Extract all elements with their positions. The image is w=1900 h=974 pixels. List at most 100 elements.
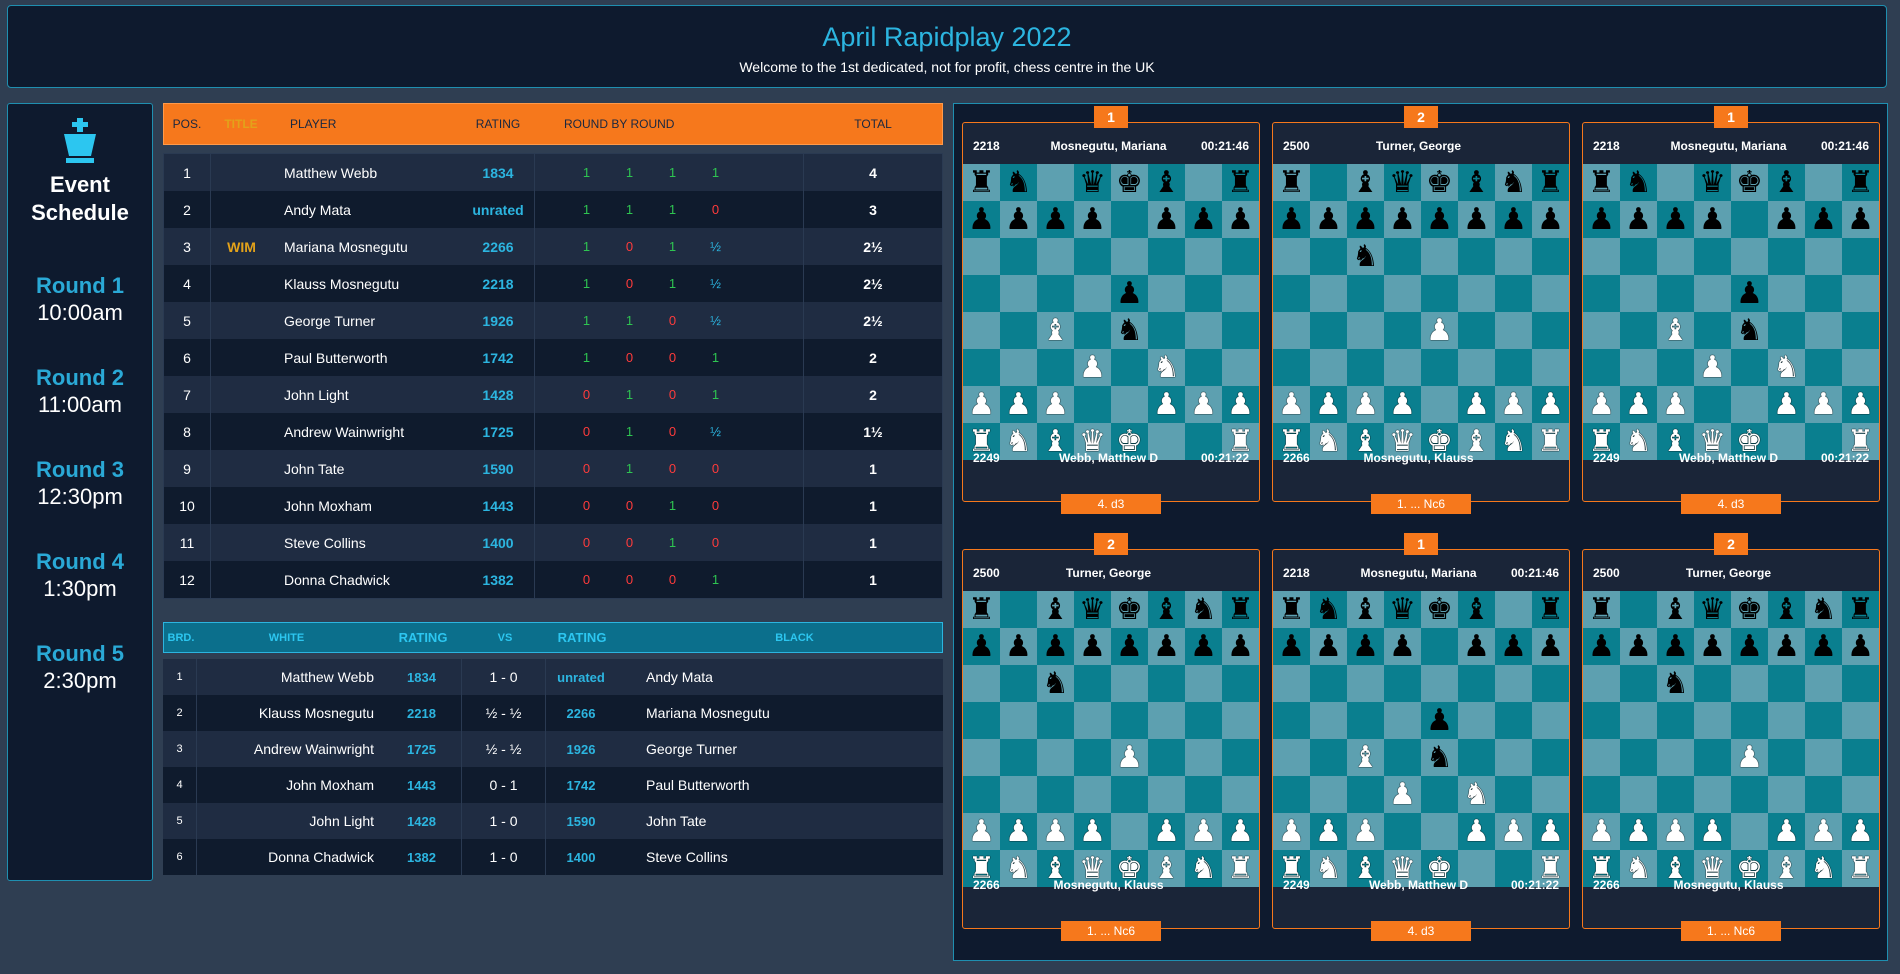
black-player-bar: 2218 Mosnegutu, Mariana 00:21:46 xyxy=(1583,131,1879,161)
round-by-round: 1 0 0 1 xyxy=(534,339,804,376)
board-square xyxy=(1842,665,1879,702)
live-board[interactable]: 2 2500 Turner, George ♜ ♝ ♛ ♚ ♝ ♞ ♜ ♟ ♟ ♟ ♟ ♟ ♟ ♟ ♟ ♞ ♟ ♟… xyxy=(1582,533,1880,941)
live-board[interactable]: 1 2218 Mosnegutu, Mariana 00:21:46 ♜ ♞ ♛ ♚ ♝… xyxy=(962,106,1260,514)
board-square: ♟ xyxy=(1222,386,1259,423)
board-square xyxy=(1583,702,1620,739)
board-square: ♟ xyxy=(1421,702,1458,739)
player-name: Turner, George xyxy=(1375,139,1462,153)
player-rating: 2249 xyxy=(973,451,1000,465)
black-player: Steve Collins xyxy=(646,849,728,865)
board-square xyxy=(1222,739,1259,776)
black-pawn-icon: ♟ xyxy=(1662,202,1689,236)
white-knight-icon: ♞ xyxy=(1773,350,1800,384)
board-square xyxy=(1185,164,1222,201)
position: 1 xyxy=(183,164,191,181)
round-result: 1 xyxy=(625,165,634,180)
white-pawn-icon: ♟ xyxy=(1773,387,1800,421)
black-rook-icon: ♜ xyxy=(1588,592,1615,626)
round-result: 1 xyxy=(668,535,677,550)
player-rating: 1742 xyxy=(482,349,514,366)
board-square xyxy=(1731,386,1768,423)
board-square xyxy=(1842,702,1879,739)
black-pawn-icon: ♟ xyxy=(1227,629,1254,663)
board-square xyxy=(1495,591,1532,628)
board-square xyxy=(1421,275,1458,312)
standings-body: 1 Matthew Webb 1834 1111 42 Andy Mata un… xyxy=(163,153,943,599)
board-square xyxy=(1768,312,1805,349)
round-result: 0 xyxy=(582,387,591,402)
schedule-round: Round 4 1:30pm xyxy=(8,549,152,603)
round-by-round: 0 1 0 ½ xyxy=(534,413,804,450)
board-square: ♟ xyxy=(1273,628,1310,665)
board-square: ♝ xyxy=(1347,164,1384,201)
board-square: ♝ xyxy=(1657,312,1694,349)
board-square xyxy=(1148,275,1185,312)
board-square xyxy=(1185,665,1222,702)
live-board[interactable]: 1 2218 Mosnegutu, Mariana 00:21:46 ♜ ♞ ♝ ♛ ♚… xyxy=(1272,533,1570,941)
board-square xyxy=(1458,238,1495,275)
player-clock: 00:21:46 xyxy=(1200,139,1249,153)
player-name: Mosnegutu, Mariana xyxy=(1360,566,1477,580)
board-square xyxy=(1185,349,1222,386)
white-player-bar: 2249 Webb, Matthew D 00:21:22 xyxy=(963,443,1259,473)
board-square xyxy=(1273,312,1310,349)
board-square xyxy=(1148,665,1185,702)
board-square: ♟ xyxy=(963,201,1000,238)
white-pawn-icon: ♟ xyxy=(1736,740,1763,774)
live-board[interactable]: 1 2218 Mosnegutu, Mariana 00:21:46 ♜ ♞ ♛ ♚ ♝… xyxy=(1582,106,1880,514)
pairing-row: 6 Donna Chadwick 1382 1 - 0 1400 Steve C… xyxy=(163,839,943,875)
white-pawn-icon: ♟ xyxy=(1315,387,1342,421)
position: 5 xyxy=(183,312,191,329)
board-number-badge: 2 xyxy=(1404,106,1438,128)
board-square: ♟ xyxy=(1111,275,1148,312)
live-board[interactable]: 2 2500 Turner, George ♜ ♝ ♛ ♚ ♝ ♞ ♜ ♟ ♟ ♟ ♟ ♟ ♟ ♟ ♟ ♞ ♟ ♟… xyxy=(1272,106,1570,514)
board-square: ♟ xyxy=(1657,813,1694,850)
white-pawn-icon: ♟ xyxy=(1315,814,1342,848)
chess-board: ♜ ♝ ♛ ♚ ♝ ♞ ♜ ♟ ♟ ♟ ♟ ♟ ♟ ♟ ♟ ♞ ♟ ♟ ♟ ♟ ♟ ♟ ♟ ♟ ♜ ♞ ♝ ♛ ♚ ♝ ♞ ♜ xyxy=(1583,591,1879,887)
board-square xyxy=(1805,312,1842,349)
black-knight-icon: ♞ xyxy=(1352,239,1379,273)
white-rating: 1428 xyxy=(382,803,462,839)
chess-board: ♜ ♝ ♛ ♚ ♝ ♞ ♜ ♟ ♟ ♟ ♟ ♟ ♟ ♟ ♟ ♞ ♟ ♟ ♟ ♟ ♟ ♟ ♟ ♟ ♜ ♞ ♝ ♛ ♚ ♝ ♞ ♜ xyxy=(1273,164,1569,460)
player-title xyxy=(210,302,272,339)
board-square: ♟ xyxy=(1657,386,1694,423)
pairing-row: 2 Klauss Mosnegutu 2218 ½ - ½ 2266 Maria… xyxy=(163,695,943,731)
board-square xyxy=(1111,238,1148,275)
player-title xyxy=(210,487,272,524)
board-square xyxy=(1148,238,1185,275)
board-square xyxy=(1842,275,1879,312)
white-pawn-icon: ♟ xyxy=(1588,387,1615,421)
round-by-round: 1 0 1 ½ xyxy=(534,228,804,265)
board-square: ♟ xyxy=(1273,201,1310,238)
round-by-round: 1 1 1 0 xyxy=(534,191,804,228)
board-square xyxy=(1620,238,1657,275)
white-bishop-icon: ♝ xyxy=(1042,313,1069,347)
black-bishop-icon: ♝ xyxy=(1773,592,1800,626)
board-square: ♟ xyxy=(1458,813,1495,850)
total-score: 2 xyxy=(869,386,877,403)
round-result: 0 xyxy=(625,498,634,513)
black-rook-icon: ♜ xyxy=(1537,165,1564,199)
black-pawn-icon: ♟ xyxy=(1153,202,1180,236)
round-result: 0 xyxy=(668,387,677,402)
live-board[interactable]: 2 2500 Turner, George ♜ ♝ ♛ ♚ ♝ ♞ ♜ ♟ ♟ ♟ ♟ ♟ ♟ ♟ ♟ ♞ ♟ ♟… xyxy=(962,533,1260,941)
board-square xyxy=(1657,702,1694,739)
standings-row: 5 George Turner 1926 1 1 0 ½ 2½ xyxy=(164,302,942,339)
round-result: 1 xyxy=(625,424,634,439)
board-square xyxy=(1532,739,1569,776)
board-square: ♞ xyxy=(1111,312,1148,349)
board-square: ♟ xyxy=(1532,813,1569,850)
board-square xyxy=(1185,776,1222,813)
black-knight-icon: ♞ xyxy=(1810,592,1837,626)
board-square: ♟ xyxy=(1037,201,1074,238)
round-result: 1 xyxy=(625,461,634,476)
board-square xyxy=(1421,665,1458,702)
black-pawn-icon: ♟ xyxy=(1227,202,1254,236)
board-square xyxy=(1222,349,1259,386)
board-square xyxy=(1768,275,1805,312)
board-square xyxy=(1037,776,1074,813)
player-name: Mosnegutu, Klauss xyxy=(1363,451,1474,465)
board-square xyxy=(1495,238,1532,275)
player-name: Klauss Mosnegutu xyxy=(284,275,400,292)
white-rating: 1443 xyxy=(382,767,462,803)
